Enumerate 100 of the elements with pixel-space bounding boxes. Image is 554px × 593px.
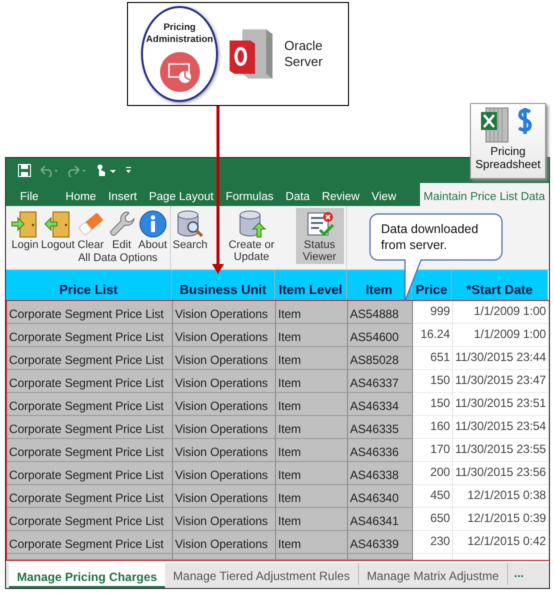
ribbon-button[interactable]: About xyxy=(138,208,168,252)
ribbon-tab[interactable]: Insert xyxy=(102,183,143,206)
ribbon-button[interactable]: Search xyxy=(172,208,208,264)
table-cell: 170 xyxy=(413,439,453,462)
table-cell: Item xyxy=(276,462,348,485)
table-cell: AS54600 xyxy=(348,324,413,347)
customize-dropdown-icon[interactable] xyxy=(125,167,132,174)
table-cell: Corporate Segment Price List xyxy=(7,439,173,462)
table-cell: 160 xyxy=(413,416,453,439)
save-icon[interactable] xyxy=(18,164,31,177)
sheet-tab[interactable]: Manage Pricing Charges xyxy=(9,563,166,588)
table-cell: 1/1/2009 1:00 xyxy=(453,301,549,324)
table-cell: Corporate Segment Price List xyxy=(7,301,173,324)
table-cell: AS46341 xyxy=(348,508,413,531)
table-cell: Item xyxy=(276,508,348,531)
table-cell: Vision Operations xyxy=(173,301,276,324)
more-tabs-indicator[interactable]: ... xyxy=(508,563,524,588)
table-cell: Vision Operations xyxy=(173,531,276,554)
table-cell: Item xyxy=(276,370,348,393)
table-cell: Item xyxy=(276,301,348,324)
table-cell: Item xyxy=(276,416,348,439)
ribbon-tab[interactable]: View xyxy=(366,183,402,206)
table-cell: Item xyxy=(276,324,348,347)
table-cell: AS46334 xyxy=(348,393,413,416)
table-cell: Vision Operations xyxy=(173,439,276,462)
column-header: Item Level xyxy=(275,270,347,300)
table-cell: AS85028 xyxy=(348,347,413,370)
callout-text: Data downloaded from server. xyxy=(381,221,480,253)
database-upload-icon xyxy=(236,209,267,239)
ribbon-button[interactable]: Create or Update xyxy=(228,208,276,264)
column-header: Price List xyxy=(6,270,172,300)
table-cell: Vision Operations xyxy=(173,324,276,347)
info-icon xyxy=(138,209,168,239)
table-cell: Corporate Segment Price List xyxy=(7,393,173,416)
table-cell: Corporate Segment Price List xyxy=(7,347,173,370)
table-cell: Vision Operations xyxy=(173,370,276,393)
table-cell: Vision Operations xyxy=(173,347,276,370)
table-cell: Vision Operations xyxy=(173,508,276,531)
sheet-tab[interactable]: Manage Matrix Adjustme xyxy=(358,563,508,585)
ribbon-tab[interactable]: Formulas xyxy=(220,183,280,206)
table-cell: 650 xyxy=(413,508,453,531)
table-cell: AS46335 xyxy=(348,416,413,439)
table-cell: 1/1/2009 1:00 xyxy=(453,324,549,347)
ribbon-button[interactable]: Logout xyxy=(41,208,75,252)
table-cell: 11/30/2015 23:44 xyxy=(453,347,549,370)
table-cell: Item xyxy=(276,347,348,370)
table-cell: AS46339 xyxy=(348,531,413,554)
ribbon-button[interactable]: Edit xyxy=(106,208,137,252)
table-cell: AS54888 xyxy=(348,301,413,324)
add-in-label: Pricing Spreadsheet xyxy=(474,146,542,172)
table-cell: AS46336 xyxy=(348,439,413,462)
ribbon-button[interactable]: Login xyxy=(10,208,40,252)
table-cell: Vision Operations xyxy=(173,485,276,508)
table-cell: Vision Operations xyxy=(173,416,276,439)
ribbon-button[interactable]: Status Viewer xyxy=(296,208,344,264)
table-cell: 200 xyxy=(413,462,453,485)
table-cell: 11/30/2015 23:54 xyxy=(453,416,549,439)
table-cell: 12/1/2015 0:39 xyxy=(453,508,549,531)
column-header: *Start Date xyxy=(452,270,548,300)
table-cell: Item xyxy=(276,393,348,416)
table-cell: AS46340 xyxy=(348,485,413,508)
table-cell: Corporate Segment Price List xyxy=(7,324,173,347)
ribbon-tab[interactable]: Review xyxy=(316,183,366,206)
table-cell: Corporate Segment Price List xyxy=(7,508,173,531)
table-cell: 12/1/2015 0:38 xyxy=(453,485,549,508)
table-cell: AS46338 xyxy=(348,462,413,485)
table-cell: Item xyxy=(276,485,348,508)
ribbon-tab[interactable]: Page Layout xyxy=(142,183,220,206)
ribbon-tab[interactable]: Data xyxy=(280,183,316,206)
table-cell: 11/30/2015 23:51 xyxy=(453,393,549,416)
table-cell: 230 xyxy=(413,531,453,554)
group-label: All Data Options xyxy=(77,252,159,265)
table-cell: 150 xyxy=(413,393,453,416)
table-cell: 11/30/2015 23:47 xyxy=(453,370,549,393)
status-list-icon xyxy=(304,209,335,239)
table-cell: Item xyxy=(276,531,348,554)
ribbon-button[interactable]: Clear xyxy=(76,208,106,252)
table-cell: Corporate Segment Price List xyxy=(7,370,173,393)
table-cell: 651 xyxy=(413,347,453,370)
table-cell: Vision Operations xyxy=(173,393,276,416)
table-cell: AS46337 xyxy=(348,370,413,393)
column-header: Price xyxy=(412,270,452,300)
table-cell: Item xyxy=(276,439,348,462)
sheet-tab[interactable]: Manage Tiered Adjustment Rules xyxy=(165,563,359,585)
table-cell: 150 xyxy=(413,370,453,393)
ribbon-tab[interactable]: Home xyxy=(60,183,102,206)
column-header: Business Unit xyxy=(172,270,275,300)
touch-mode-icon[interactable] xyxy=(95,164,117,178)
table-cell: Corporate Segment Price List xyxy=(7,485,173,508)
table-cell: Corporate Segment Price List xyxy=(7,531,173,554)
table-cell: 12/1/2015 0:42 xyxy=(453,531,549,554)
pricing-chart-icon xyxy=(160,52,200,92)
ribbon-tab[interactable]: Maintain Price List Data xyxy=(420,183,549,206)
column-header: Item xyxy=(347,270,412,300)
table-cell: Corporate Segment Price List xyxy=(7,416,173,439)
badge-label: Pricing Administration xyxy=(145,22,214,46)
table-cell: Vision Operations xyxy=(173,462,276,485)
table-cell: 11/30/2015 23:56 xyxy=(453,462,549,485)
table-cell: Corporate Segment Price List xyxy=(7,462,173,485)
ribbon-tab[interactable]: File xyxy=(14,183,45,206)
